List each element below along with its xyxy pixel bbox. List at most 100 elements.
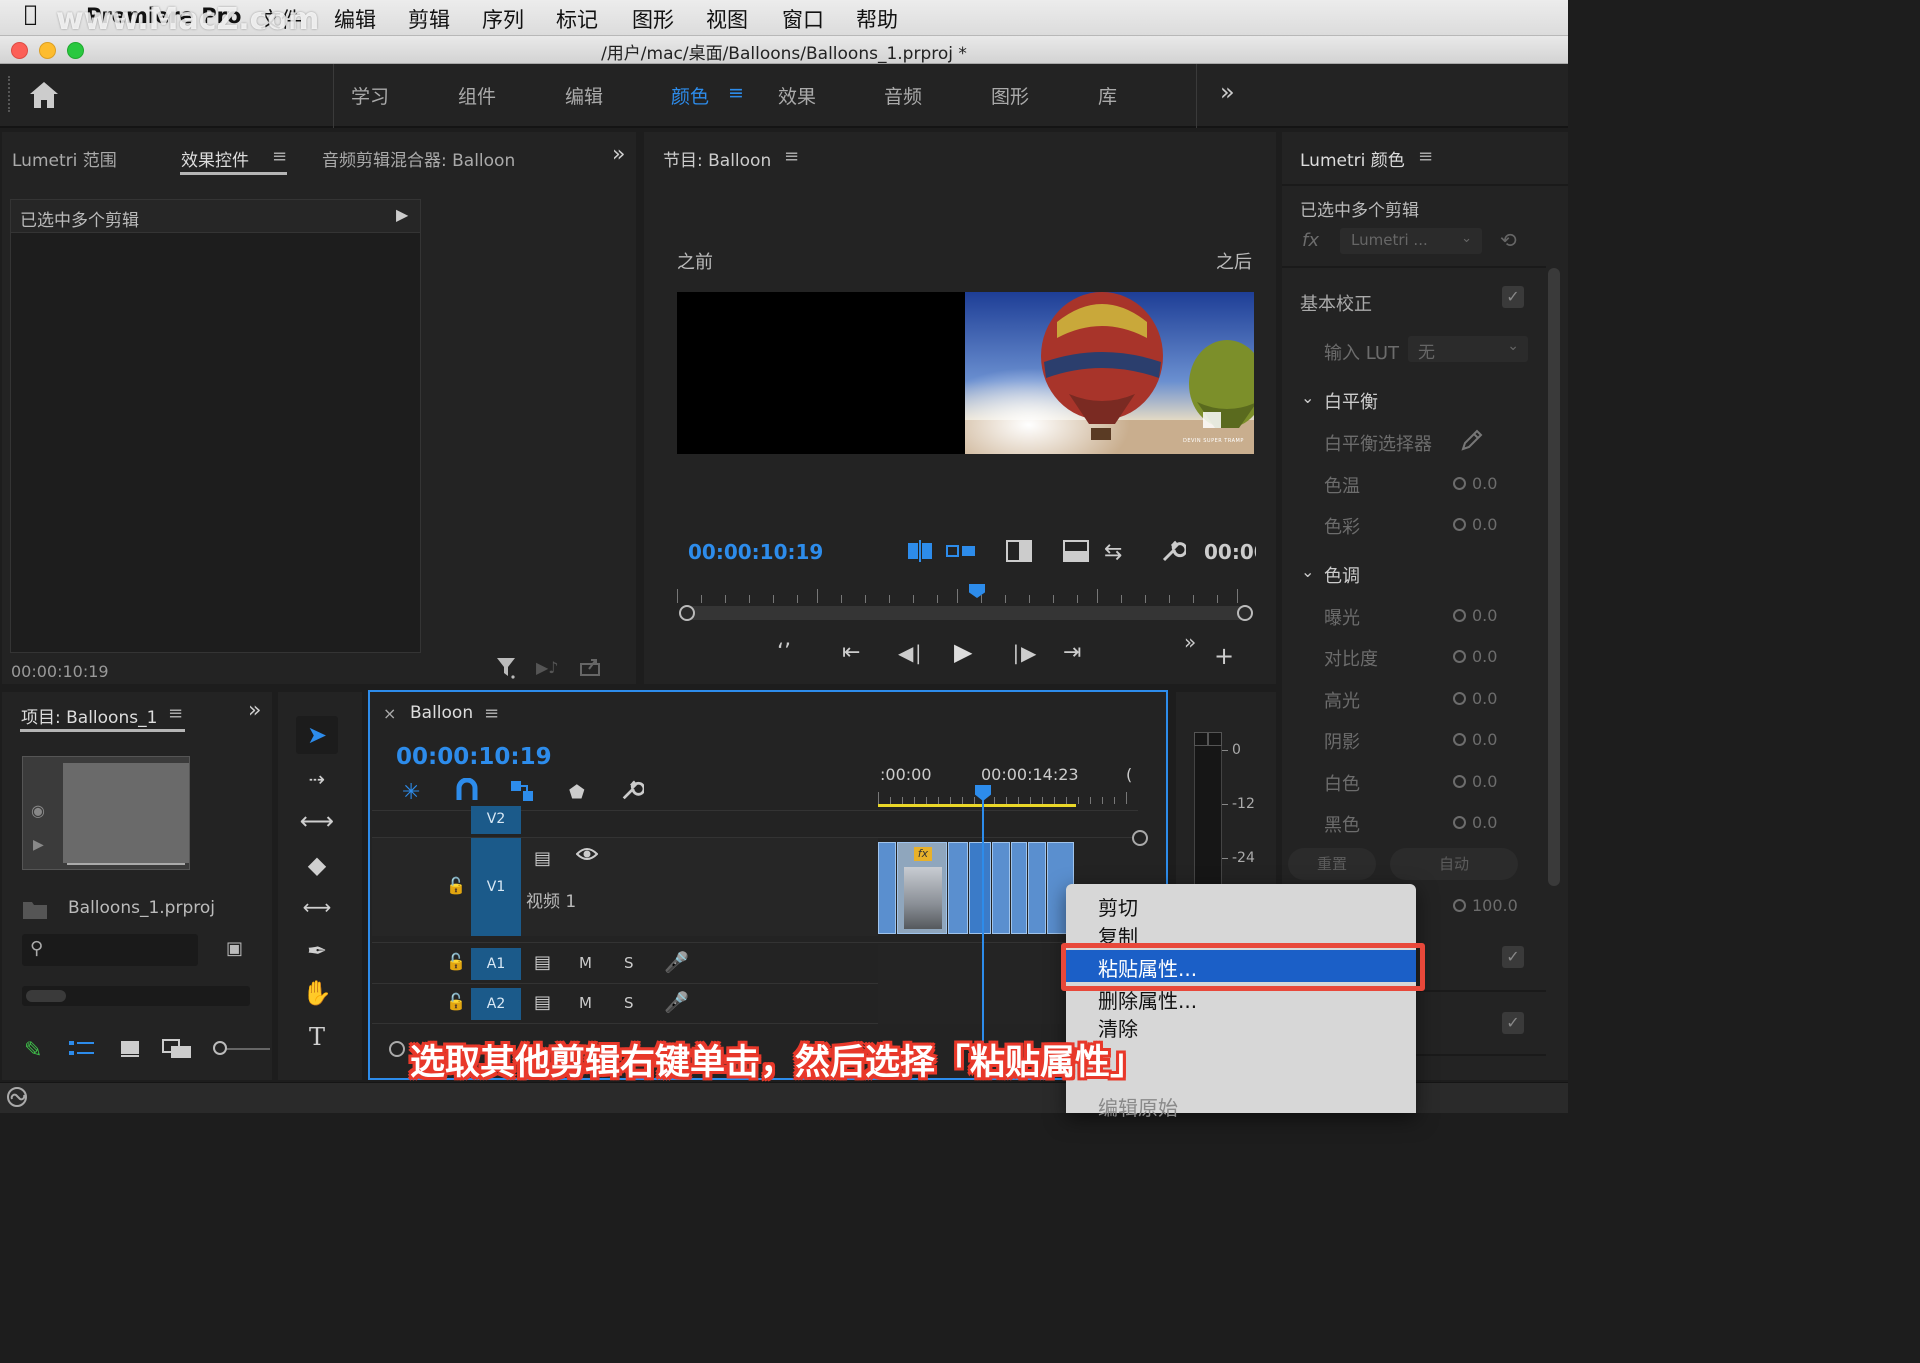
track-a1-lock-icon[interactable]: 🔓 [446, 952, 466, 971]
project-overflow-icon[interactable]: » [248, 698, 261, 723]
side-by-side-icon[interactable] [946, 542, 978, 564]
track-a2-solo[interactable]: S [624, 994, 634, 1012]
panel-overflow-icon[interactable]: » [612, 142, 625, 167]
track-select-tool-icon[interactable]: ⇢ [296, 760, 338, 798]
tab-effects[interactable]: 效果 [778, 82, 816, 109]
step-back-icon[interactable]: ◀∣ [898, 641, 923, 665]
fx-toggle[interactable]: fx [1302, 230, 1319, 251]
go-to-in-icon[interactable]: ⇤ [842, 640, 860, 665]
track-v1-sync-icon[interactable]: ▤ [534, 848, 551, 869]
work-area-bar[interactable] [878, 804, 1076, 807]
close-sequence-icon[interactable]: × [383, 704, 396, 723]
zoom-slider-handle[interactable] [213, 1041, 227, 1055]
zoom-scrollbar[interactable] [680, 606, 1252, 620]
lumetri-menu-icon[interactable]: ≡ [1418, 146, 1433, 167]
home-icon[interactable] [28, 80, 60, 114]
tab-effect-controls[interactable]: 效果控件 [181, 146, 249, 171]
project-menu-icon[interactable]: ≡ [168, 703, 183, 724]
menu-marker[interactable]: 标记 [556, 4, 598, 34]
workspace-overflow-icon[interactable]: » [1220, 78, 1235, 106]
play-button[interactable]: ▶ [954, 638, 972, 666]
menu-edit[interactable]: 编辑 [334, 4, 376, 34]
export-icon[interactable] [580, 657, 602, 681]
highlights-value[interactable]: 0.0 [1453, 689, 1497, 708]
compare-view-icon[interactable] [906, 540, 934, 566]
project-title[interactable]: 项目: Balloons_1 [21, 703, 157, 728]
timeline-vertical-scroll-handle[interactable] [1132, 830, 1148, 846]
program-monitor-title[interactable]: 节目: Balloon [663, 146, 771, 171]
expand-arrow-icon[interactable]: ▶ [396, 205, 408, 224]
menu-sequence[interactable]: 序列 [482, 4, 524, 34]
project-scrollbar[interactable] [22, 986, 250, 1006]
timeline-zoom-handle[interactable] [389, 1041, 405, 1057]
tab-libraries[interactable]: 库 [1098, 82, 1117, 109]
program-monitor-menu-icon[interactable]: ≡ [784, 146, 799, 167]
shadows-value[interactable]: 0.0 [1453, 730, 1497, 749]
lumetri-title[interactable]: Lumetri 颜色 [1300, 146, 1405, 171]
program-timecode[interactable]: 00:00:10:19 [688, 540, 823, 564]
video-clip[interactable] [878, 842, 896, 934]
track-a2-mute[interactable]: M [579, 994, 592, 1012]
slip-tool-icon[interactable]: ⟷ [296, 888, 338, 926]
timeline-settings-icon[interactable] [620, 778, 646, 806]
zoom-slider[interactable] [213, 1041, 270, 1055]
track-a1-mic-icon[interactable]: 🎤 [664, 950, 689, 974]
project-scroll-thumb[interactable] [26, 990, 66, 1002]
white-balance-chevron-icon[interactable]: ⌄ [1301, 388, 1314, 407]
video-clip[interactable] [1028, 842, 1046, 934]
effect-select[interactable]: Lumetri ... ⌄ [1340, 228, 1482, 254]
effect-controls-menu-icon[interactable]: ≡ [272, 146, 287, 167]
exposure-value[interactable]: 0.0 [1453, 606, 1497, 625]
selection-tool-icon[interactable]: ➤ [296, 716, 338, 754]
tab-learn[interactable]: 学习 [351, 82, 389, 109]
list-view-icon[interactable] [68, 1038, 96, 1064]
blacks-value[interactable]: 0.0 [1453, 813, 1497, 832]
tab-graphics[interactable]: 图形 [991, 82, 1029, 109]
whites-value[interactable]: 0.0 [1453, 772, 1497, 791]
video-clip[interactable]: fx [897, 842, 947, 934]
zoom-window-button[interactable] [67, 42, 84, 59]
auto-button[interactable]: 自动 [1390, 848, 1518, 880]
creative-cloud-icon[interactable] [4, 1086, 30, 1112]
tab-lumetri-scopes[interactable]: Lumetri 范围 [12, 146, 117, 171]
track-a2-mic-icon[interactable]: 🎤 [664, 990, 689, 1014]
close-window-button[interactable] [11, 42, 28, 59]
tab-color[interactable]: 颜色 [671, 82, 709, 109]
minimize-window-button[interactable] [39, 42, 56, 59]
snap-magnet-icon[interactable] [456, 777, 478, 806]
track-a2-lock-icon[interactable]: 🔓 [446, 992, 466, 1011]
input-lut-select[interactable]: 无 ⌄ [1408, 336, 1528, 363]
track-a2-sync-icon[interactable]: ▤ [534, 992, 551, 1013]
track-v1-eye-icon[interactable] [575, 846, 599, 866]
project-thumbnail[interactable]: ◉ ▶ [22, 756, 190, 870]
track-a1-sync-icon[interactable]: ▤ [534, 952, 551, 973]
horizontal-split-icon[interactable] [1063, 540, 1089, 566]
freeform-view-icon[interactable] [162, 1038, 194, 1064]
tab-audio[interactable]: 音频 [884, 82, 922, 109]
find-bin-icon[interactable]: ▣ [226, 938, 243, 959]
track-a1-solo[interactable]: S [624, 954, 634, 972]
creative-checkbox[interactable]: ✓ [1502, 946, 1524, 968]
type-tool-icon[interactable]: T [296, 1018, 338, 1056]
video-clip[interactable] [992, 842, 1010, 934]
ripple-edit-tool-icon[interactable]: ⟷ [296, 802, 338, 840]
workspace-menu-icon[interactable]: ≡ [728, 82, 744, 104]
track-a1-target[interactable]: A1 [471, 948, 521, 980]
button-editor-plus-icon[interactable]: + [1214, 642, 1234, 670]
apple-icon[interactable]:  [24, 2, 37, 27]
pen-tool-icon[interactable]: ✒ [296, 932, 338, 970]
track-a2-target[interactable]: A2 [471, 988, 521, 1020]
step-forward-icon[interactable]: ∣▶ [1011, 641, 1036, 665]
filter-icon[interactable] [496, 656, 518, 684]
menu-window[interactable]: 窗口 [782, 4, 824, 34]
context-item-cut[interactable]: 剪切 [1098, 892, 1138, 921]
sequence-menu-icon[interactable]: ≡ [484, 703, 499, 724]
track-v2-target[interactable]: V2 [471, 806, 521, 834]
controls-overflow-icon[interactable]: » [1184, 630, 1196, 654]
hand-tool-icon[interactable]: ✋ [296, 974, 338, 1012]
eyedropper-icon[interactable] [1460, 428, 1484, 456]
pencil-icon[interactable]: ✎ [24, 1038, 42, 1063]
contrast-value[interactable]: 0.0 [1453, 647, 1497, 666]
menu-view[interactable]: 视图 [706, 4, 748, 34]
zoom-handle-left[interactable] [679, 605, 695, 621]
